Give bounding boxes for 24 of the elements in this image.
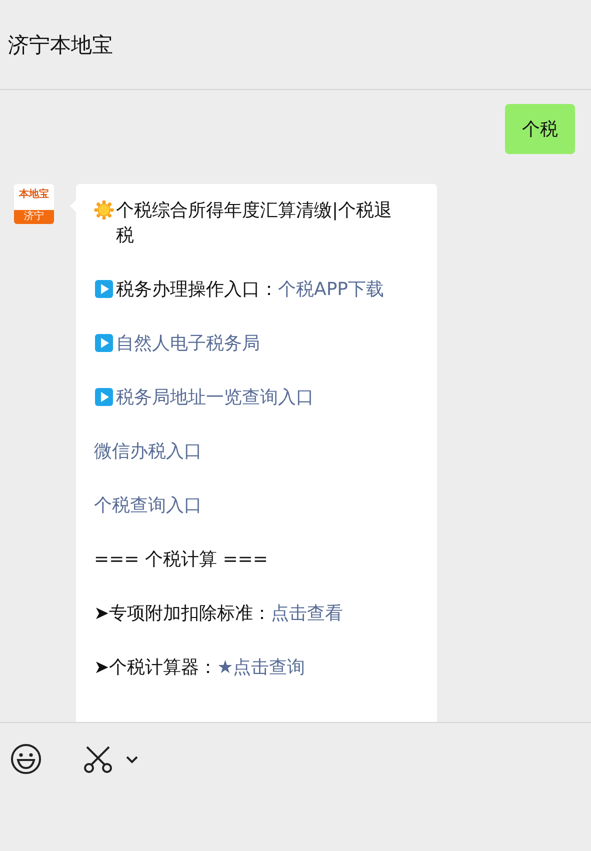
- message-link[interactable]: 自然人电子税务局: [116, 331, 260, 356]
- avatar-logo-text: 本地宝: [18, 187, 50, 202]
- sent-message-bubble: 个税: [505, 104, 575, 154]
- play-icon: [94, 279, 114, 299]
- message-line: ➤个税计算器：★点击查询: [94, 656, 306, 680]
- sun-icon: [94, 200, 114, 220]
- message-link[interactable]: 个税查询入口: [94, 493, 202, 518]
- message-line: === 个税计算 ===: [94, 548, 268, 572]
- message-link[interactable]: 税务局地址一览查询入口: [116, 385, 314, 410]
- account-avatar[interactable]: 本地宝 济宁: [14, 184, 54, 224]
- message-link[interactable]: 个税APP下载: [278, 279, 384, 300]
- play-icon: [94, 387, 114, 407]
- message-line: 个税综合所得年度汇算清缴|个税退税: [116, 199, 394, 248]
- scissors-icon[interactable]: [83, 745, 113, 773]
- message-link[interactable]: 点击查看: [271, 603, 344, 624]
- message-line: 税务办理操作入口：个税APP下载: [116, 278, 384, 302]
- chevron-down-icon[interactable]: [125, 755, 139, 765]
- message-line: ➤专项附加扣除标准：点击查看: [94, 602, 344, 626]
- message-link[interactable]: 微信办税入口: [94, 439, 202, 464]
- play-icon: [94, 333, 114, 353]
- avatar-city-label: 济宁: [14, 210, 54, 224]
- message-link[interactable]: ★点击查询: [217, 657, 306, 678]
- chat-title: 济宁本地宝: [8, 32, 113, 58]
- emoji-icon[interactable]: [10, 743, 42, 775]
